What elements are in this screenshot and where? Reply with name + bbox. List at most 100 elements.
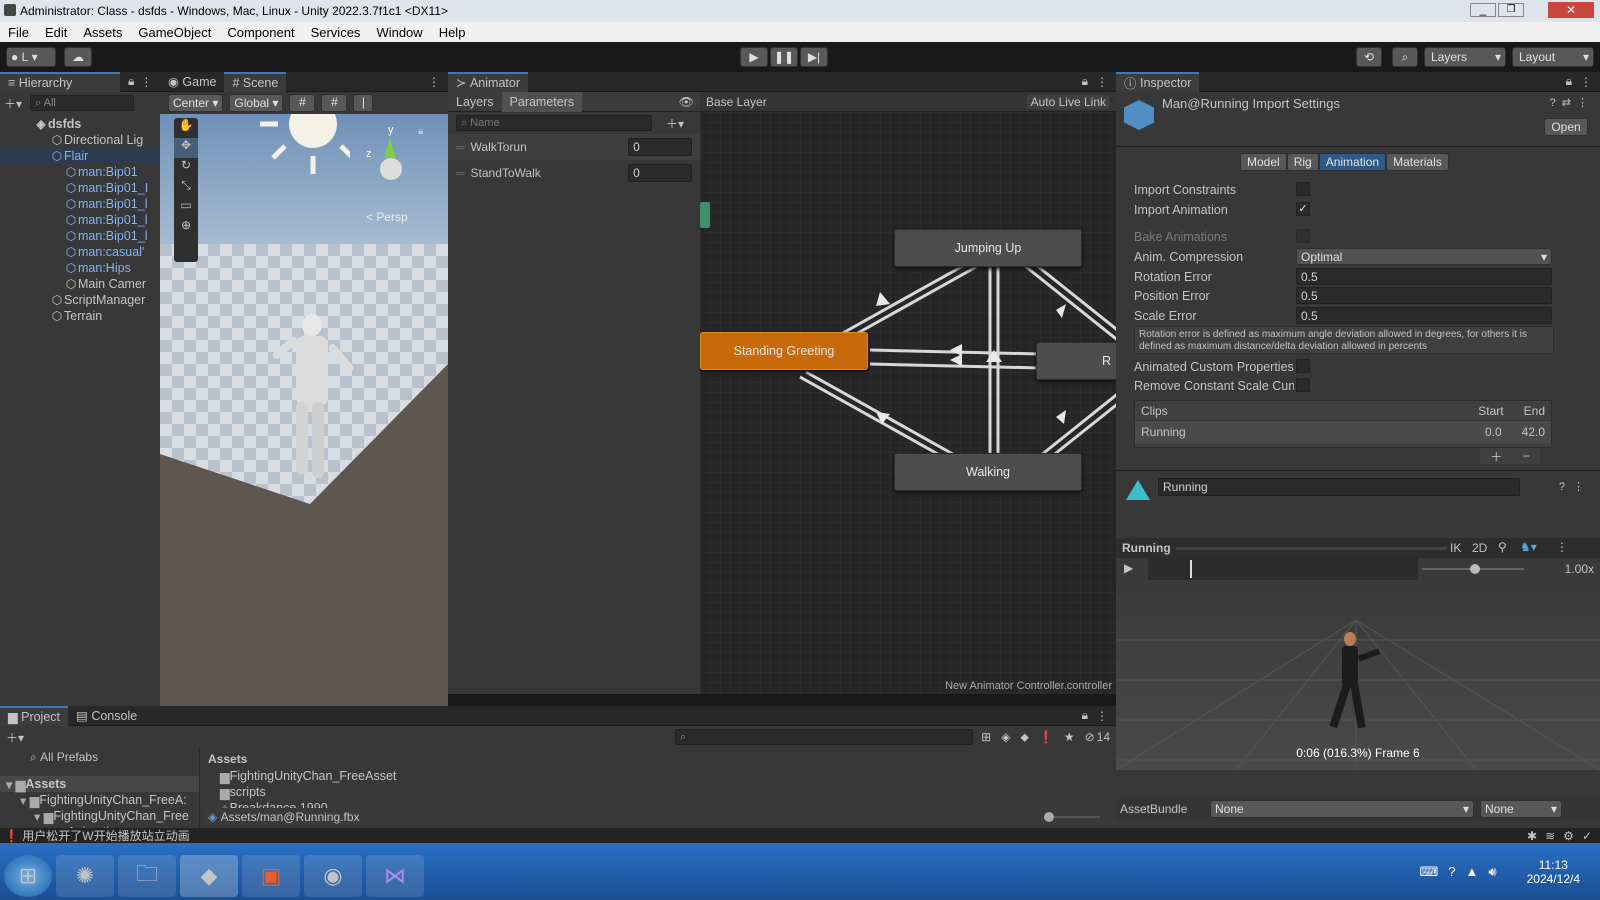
preview-scrubber[interactable] [1148,558,1418,580]
drag-handle-icon[interactable]: ═ [456,166,465,180]
tab-inspector[interactable]: ⓘ Inspector [1116,71,1200,92]
lock-icon[interactable]: 🔒︎ [1566,74,1572,89]
hierarchy-item[interactable]: ⬡ Terrain [0,308,160,324]
hierarchy-item[interactable]: ⬡ man:Bip01_l [0,228,160,244]
layout-dropdown[interactable]: Layout ▾ [1512,47,1594,67]
search-by-tag-icon[interactable]: ⬥ [1020,730,1028,745]
preset-icon[interactable]: ⇄ [1562,96,1571,109]
character-model[interactable] [270,314,355,484]
space-dropdown[interactable]: Global ▾ [229,94,284,112]
tab-game[interactable]: ◉ Game [160,72,224,92]
kebab-menu-icon[interactable]: ⋮ [1096,709,1108,723]
tab-materials[interactable]: Materials [1386,153,1449,171]
state-jumping-up[interactable]: Jumping Up [894,229,1082,267]
cache-icon[interactable]: ≋ [1545,829,1555,843]
pivot-dropdown[interactable]: Center ▾ [168,94,224,112]
hierarchy-item[interactable]: ⬡ Main Camer [0,276,160,292]
warning-icon[interactable]: ❗ [1039,730,1054,744]
preview-drag-handle[interactable] [1176,547,1446,550]
menu-window[interactable]: Window [376,25,422,40]
tab-animator[interactable]: ≻ Animator [448,71,528,92]
project-tree-item[interactable]: ▾ ▆ FightingUnityChan_FreeA: [0,792,199,808]
maximize-button[interactable]: ❐ [1498,3,1524,17]
chrome-icon[interactable]: ◉ [304,854,362,897]
drag-handle-icon[interactable]: ═ [456,140,465,154]
tab-rig[interactable]: Rig [1286,153,1319,171]
add-icon[interactable]: ＋▾ [6,729,24,746]
file-explorer-icon[interactable]: 🗀 [118,854,176,897]
state-standing-greeting[interactable]: Standing Greeting [700,332,868,370]
tab-parameters[interactable]: Parameters [501,91,583,112]
remove-clip-button[interactable]: − [1523,449,1530,463]
kebab-menu-icon[interactable]: ⋮ [1580,75,1592,89]
tab-model[interactable]: Model [1240,153,1287,171]
star-icon[interactable]: ★ [1064,730,1075,744]
unity-taskbar-icon[interactable]: ◆ [180,854,238,897]
clip-row[interactable]: Running 0.0 42.0 [1135,421,1551,443]
kebab-menu-icon[interactable]: ⋮ [1096,75,1108,89]
menu-gameobject[interactable]: GameObject [138,25,211,40]
state-walking[interactable]: Walking [894,453,1082,491]
state-running[interactable]: R [1036,342,1116,380]
rotation-error-field[interactable]: 0.5 [1296,268,1552,285]
help-icon[interactable]: ? [1448,864,1455,879]
minimize-button[interactable]: _ [1470,3,1496,17]
ik-toggle[interactable]: IK [1450,541,1461,555]
parameter-search-input[interactable]: ⌕ Name [456,115,652,131]
icon-size-slider[interactable] [1044,812,1100,822]
debug-icon[interactable]: ⚙ [1563,829,1574,843]
add-parameter-button[interactable]: ＋▾ [666,115,684,132]
import-constraints-checkbox[interactable] [1296,182,1310,196]
kebab-menu-icon[interactable]: ⋮ [140,75,152,89]
hierarchy-item[interactable]: ⬡ Directional Lig [0,132,160,148]
menu-component[interactable]: Component [227,25,294,40]
step-button[interactable]: ▶| [800,47,828,67]
project-tree-item[interactable]: ▾ ▆ Assets [0,776,199,792]
assetbundle-variant-dropdown[interactable]: None ▾ [1480,800,1562,818]
lock-icon[interactable]: 🔒︎ [1082,708,1088,723]
scale-tool-icon[interactable]: ⤡ [174,178,198,198]
close-window-button[interactable]: ✕ [1548,2,1594,18]
hierarchy-item[interactable]: ⬡ man:Bip01 [0,164,160,180]
parameter-row[interactable]: ═ WalkTorun 0 [448,134,700,160]
all-prefabs-item[interactable]: All Prefabs [40,750,98,764]
tab-layers[interactable]: Layers [448,92,502,112]
clip-name-field[interactable]: Running [1158,478,1520,496]
2d-toggle[interactable]: 2D [1472,541,1487,555]
hierarchy-item[interactable]: ⬡ man:Bip01_l [0,196,160,212]
menu-edit[interactable]: Edit [45,25,67,40]
hidden-packages-icon[interactable]: ⊘ [1085,730,1095,744]
import-animation-checkbox[interactable]: ✓ [1296,202,1310,216]
hierarchy-item[interactable]: ⬡ man:Bip01_I [0,180,160,196]
preview-viewport[interactable]: 0:06 (016.3%) Frame 6 🏷︎ [1116,580,1600,770]
bug-icon[interactable]: ✱ [1527,829,1537,843]
rect-tool-icon[interactable]: ▭ [174,198,198,218]
kebab-menu-icon[interactable]: ⋮ [1556,540,1568,554]
asset-item[interactable]: ▆ scripts [204,784,1114,800]
parameter-value-field[interactable]: 0 [628,164,692,182]
hierarchy-item[interactable]: ⬡ man:Hips [0,260,160,276]
taskbar-app-1[interactable]: ✺ [56,854,114,897]
transform-tool-icon[interactable]: ⊕ [174,218,198,238]
entry-node[interactable] [700,202,710,228]
parameter-row[interactable]: ═ StandToWalk 0 [448,160,700,186]
hierarchy-item[interactable]: ⬡ man:casual' [0,244,160,260]
parameter-value-field[interactable]: 0 [628,138,692,156]
tab-scene[interactable]: # Scene [224,71,287,92]
tab-console[interactable]: ▤ Console [68,706,145,726]
lock-icon[interactable]: 🔒︎ [128,74,134,89]
remove-constant-checkbox[interactable] [1296,378,1310,392]
volume-icon[interactable]: 🔊︎ [1488,864,1496,880]
menu-file[interactable]: File [8,25,29,40]
hierarchy-search-input[interactable]: ⌕ All [30,95,135,111]
pause-button[interactable]: ❚❚ [770,47,798,67]
account-dropdown[interactable]: ● L ▾ [6,47,56,67]
assetbundle-dropdown[interactable]: None ▾ [1210,800,1474,818]
hierarchy-item[interactable]: ⬡ Flair [0,148,160,164]
tab-hierarchy[interactable]: ≡ Hierarchy [0,71,120,92]
kebab-menu-icon[interactable]: ⋮ [428,75,440,89]
help-icon[interactable]: ? [1550,97,1556,109]
grid-snap-icon[interactable]: # [321,94,348,112]
avatar-icon[interactable]: ♞▾ [1520,540,1537,554]
visual-studio-icon[interactable]: ⋈ [366,854,424,897]
